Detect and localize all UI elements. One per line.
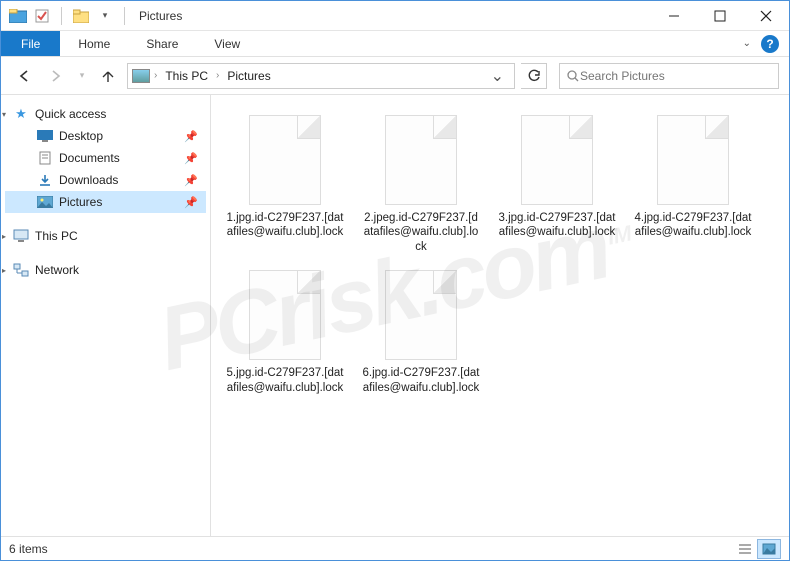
details-view-button[interactable] — [733, 539, 757, 559]
qat-dropdown-icon[interactable]: ▾ — [96, 7, 114, 25]
address-dropdown-icon[interactable]: ⌄ — [485, 66, 510, 86]
file-thumbnail-icon — [249, 270, 321, 360]
search-icon — [566, 69, 580, 83]
close-button[interactable] — [743, 1, 789, 31]
file-name-label: 4.jpg.id-C279F237.[datafiles@waifu.club]… — [633, 211, 753, 240]
sidebar-item-label: Desktop — [59, 129, 103, 143]
star-icon: ★ — [13, 106, 29, 122]
recent-dropdown[interactable]: ▾ — [75, 63, 89, 89]
breadcrumb-pictures[interactable]: Pictures — [223, 67, 274, 85]
forward-button[interactable] — [43, 63, 69, 89]
computer-icon — [13, 228, 29, 244]
sidebar-quick-access[interactable]: ▾ ★ Quick access — [5, 103, 206, 125]
folder-small-icon[interactable] — [72, 7, 90, 25]
file-item[interactable]: 6.jpg.id-C279F237.[datafiles@waifu.club]… — [357, 266, 485, 399]
status-item-count: 6 items — [9, 542, 48, 556]
checkbox-icon[interactable] — [33, 7, 51, 25]
help-icon[interactable]: ? — [761, 35, 779, 53]
sidebar-label: Quick access — [35, 107, 106, 121]
window-title: Pictures — [139, 9, 182, 23]
sidebar-this-pc[interactable]: ▸ This PC — [5, 225, 206, 247]
documents-icon — [37, 150, 53, 166]
minimize-button[interactable] — [651, 1, 697, 31]
file-name-label: 2.jpeg.id-C279F237.[datafiles@waifu.club… — [361, 211, 481, 254]
file-item[interactable]: 2.jpeg.id-C279F237.[datafiles@waifu.club… — [357, 111, 485, 258]
pin-icon: 📌 — [184, 152, 202, 165]
pin-icon: 📌 — [184, 130, 202, 143]
back-button[interactable] — [11, 63, 37, 89]
file-item[interactable]: 4.jpg.id-C279F237.[datafiles@waifu.club]… — [629, 111, 757, 258]
ribbon: File Home Share View ⌄ ? — [1, 31, 789, 57]
navigation-pane: ▾ ★ Quick access Desktop 📌 Documents 📌 D… — [1, 95, 211, 536]
sidebar-item-label: Pictures — [59, 195, 102, 209]
breadcrumb-thispc[interactable]: This PC — [161, 67, 212, 85]
sidebar-item-desktop[interactable]: Desktop 📌 — [5, 125, 206, 147]
file-name-label: 1.jpg.id-C279F237.[datafiles@waifu.club]… — [225, 211, 345, 240]
desktop-icon — [37, 128, 53, 144]
navigation-bar: ▾ › This PC › Pictures ⌄ — [1, 57, 789, 95]
file-list[interactable]: 1.jpg.id-C279F237.[datafiles@waifu.club]… — [211, 95, 789, 536]
explorer-icon — [9, 7, 27, 25]
file-thumbnail-icon — [657, 115, 729, 205]
search-box[interactable] — [559, 63, 779, 89]
search-input[interactable] — [580, 69, 772, 83]
file-item[interactable]: 1.jpg.id-C279F237.[datafiles@waifu.club]… — [221, 111, 349, 258]
chevron-right-icon[interactable]: › — [216, 70, 219, 81]
ribbon-tab-share[interactable]: Share — [128, 31, 196, 56]
file-item[interactable]: 5.jpg.id-C279F237.[datafiles@waifu.club]… — [221, 266, 349, 399]
sidebar-item-pictures[interactable]: Pictures 📌 — [5, 191, 206, 213]
sidebar-item-documents[interactable]: Documents 📌 — [5, 147, 206, 169]
sidebar-item-label: Documents — [59, 151, 120, 165]
sidebar-item-label: Downloads — [59, 173, 118, 187]
chevron-right-icon[interactable]: ▸ — [2, 266, 6, 275]
file-name-label: 3.jpg.id-C279F237.[datafiles@waifu.club]… — [497, 211, 617, 240]
downloads-icon — [37, 172, 53, 188]
file-name-label: 6.jpg.id-C279F237.[datafiles@waifu.club]… — [361, 366, 481, 395]
status-bar: 6 items — [1, 536, 789, 560]
sidebar-network[interactable]: ▸ Network — [5, 259, 206, 281]
thumbnails-view-button[interactable] — [757, 539, 781, 559]
ribbon-expand-icon[interactable]: ⌄ — [743, 38, 751, 49]
ribbon-file-tab[interactable]: File — [1, 31, 60, 56]
file-thumbnail-icon — [385, 270, 457, 360]
chevron-right-icon[interactable]: › — [154, 70, 157, 81]
chevron-right-icon[interactable]: ▸ — [2, 232, 6, 241]
file-item[interactable]: 3.jpg.id-C279F237.[datafiles@waifu.club]… — [493, 111, 621, 258]
sidebar-item-downloads[interactable]: Downloads 📌 — [5, 169, 206, 191]
maximize-button[interactable] — [697, 1, 743, 31]
up-button[interactable] — [95, 63, 121, 89]
pin-icon: 📌 — [184, 174, 202, 187]
file-thumbnail-icon — [249, 115, 321, 205]
chevron-down-icon[interactable]: ▾ — [2, 110, 6, 119]
file-thumbnail-icon — [521, 115, 593, 205]
refresh-button[interactable] — [521, 63, 547, 89]
file-thumbnail-icon — [385, 115, 457, 205]
sidebar-label: This PC — [35, 229, 78, 243]
file-name-label: 5.jpg.id-C279F237.[datafiles@waifu.club]… — [225, 366, 345, 395]
pictures-location-icon — [132, 69, 150, 83]
title-bar: ▾ Pictures — [1, 1, 789, 31]
ribbon-tab-view[interactable]: View — [196, 31, 258, 56]
address-bar[interactable]: › This PC › Pictures ⌄ — [127, 63, 515, 89]
network-icon — [13, 262, 29, 278]
ribbon-tab-home[interactable]: Home — [60, 31, 128, 56]
pin-icon: 📌 — [184, 196, 202, 209]
pictures-icon — [37, 194, 53, 210]
sidebar-label: Network — [35, 263, 79, 277]
